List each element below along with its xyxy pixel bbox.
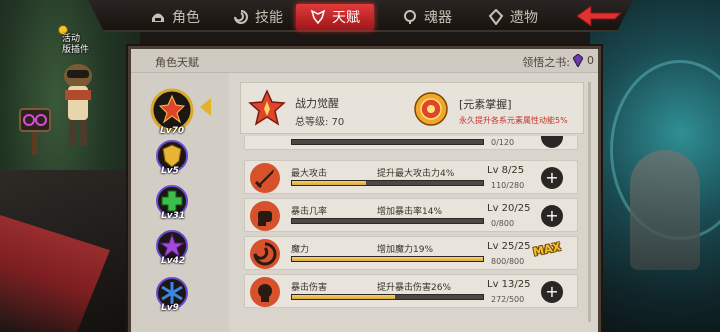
row-level: Lv 20/25 [487,203,531,214]
selected-indicator-arrow [200,98,211,116]
row-effect: 增加暴击率14% [377,207,443,217]
background-portal [590,0,720,332]
purple-gem-icon [573,54,583,67]
talent-row-crit-damage: 暴击伤害 提升暴击伤害26% Lv 13/25 272/500 + [244,274,578,308]
talent-node-4[interactable]: Lv42 [155,229,189,266]
row-level: Lv 8/25 [487,165,525,176]
row-effect: 提升最大攻击力4% [377,169,455,179]
row-name: 最大攻击 [291,169,328,179]
node-level: Lv9 [161,303,179,313]
back-button[interactable] [575,4,623,28]
panel-title: 角色天赋 [155,56,199,69]
progress-bar-fill [292,257,483,261]
talent-summary-card: 战力觉醒 总等级: 70 [元素掌握] 永久提升各系元素属性动能5% [240,82,584,134]
helmet-icon [152,13,164,22]
progress-bar [291,294,484,300]
talent-node-3[interactable]: Lv31 [155,184,189,221]
node-level: Lv70 [160,126,185,136]
flame-crest-icon [248,89,286,126]
talent-row-partial: 0/120 [244,136,578,150]
sword-icon [250,163,280,193]
talent-row-magic: 魔力 增加魔力19% Lv 25/25 800/800 MAX [244,236,578,270]
node-level: Lv42 [161,256,186,266]
row-xp: 0/800 [491,219,515,228]
progress-bar [291,180,484,186]
wings-icon [310,9,326,25]
skull-burst-icon [250,277,280,307]
row-xp: 110/280 [491,181,525,190]
row-effect: 增加魔力19% [377,245,434,255]
swirl-icon [234,10,248,24]
element-mastery-title: [元素掌握] [459,98,512,111]
progress-bar-fill [292,181,367,185]
row-xp: 0/120 [491,138,515,147]
row-name: 暴击伤害 [291,283,328,293]
comprehension-book-label: 领悟之书: [522,56,570,69]
talent-node-main[interactable]: Lv70 [150,88,194,136]
tab-talent[interactable]: 天赋 [296,4,374,30]
row-level: Lv 13/25 [487,279,531,290]
upgrade-button[interactable]: + [541,205,563,227]
soul-orb-icon [404,10,416,24]
tab-relics[interactable]: 遗物 [488,4,538,30]
row-name: 魔力 [291,245,310,255]
element-mastery-icon [414,92,448,126]
tab-soul-vessel[interactable]: 魂器 [402,4,452,30]
panel-header: 角色天赋 领悟之书: 0 [131,49,598,73]
talent-row-max-attack: 最大攻击 提升最大攻击力4% Lv 8/25 110/280 + [244,160,578,194]
progress-bar [291,139,484,145]
talent-node-2[interactable]: Lv5 [155,139,189,176]
fist-icon [250,201,280,231]
upgrade-button[interactable]: + [541,167,563,189]
node-level: Lv31 [161,211,186,221]
tab-character[interactable]: 角色 [150,4,200,30]
signpost-icon [19,105,51,155]
magic-swirl-icon [250,239,280,269]
progress-bar [291,256,484,262]
element-mastery-desc: 永久提升各系元素属性动能5% [459,116,568,125]
talent-node-5[interactable]: Lv9 [155,276,189,313]
list-scrollbar[interactable] [588,82,591,322]
hero-character[interactable] [55,60,101,150]
row-xp: 800/800 [491,257,525,266]
max-level-badge: MAX [531,240,562,259]
row-level: Lv 25/25 [487,241,531,252]
upgrade-button[interactable] [541,136,563,148]
relic-icon [488,9,504,25]
comprehension-book-count: 0 [587,54,594,67]
row-xp: 272/500 [491,295,525,304]
tab-skills[interactable]: 技能 [233,4,283,30]
total-level: 总等级: 70 [295,117,345,128]
row-effect: 提升暴击伤害26% [377,283,452,293]
statue-figure [630,150,700,270]
progress-bar [291,218,484,224]
talent-row-crit-rate: 暴击几率 增加暴击率14% Lv 20/25 0/800 + [244,198,578,232]
upgrade-button[interactable]: + [541,281,563,303]
activity-label[interactable]: 活动 版插件 [62,34,89,56]
progress-bar-fill [292,295,396,299]
talent-name: 战力觉醒 [295,97,339,110]
row-name: 暴击几率 [291,207,328,217]
node-level: Lv5 [161,166,179,176]
